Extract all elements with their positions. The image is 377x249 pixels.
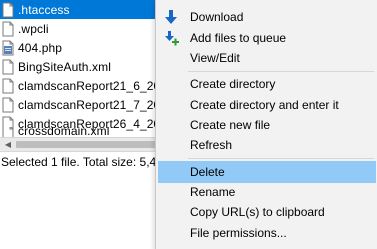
menu-item-label: Delete	[190, 165, 225, 179]
menu-item-label: Copy URL(s) to clipboard	[190, 205, 325, 219]
menu-separator	[188, 158, 374, 159]
menu-item-label: Rename	[190, 185, 236, 199]
menu-item-rename[interactable]: Rename	[158, 181, 376, 203]
file-row-clamdscan-21-7[interactable]: clamdscanReport21_7_2016.lo	[0, 95, 170, 114]
menu-item-label: File permissions...	[190, 226, 287, 240]
menu-item-label: Create directory and enter it	[190, 98, 339, 112]
menu-item-view-edit[interactable]: View/Edit	[158, 47, 376, 69]
scrollbar-thumb[interactable]	[16, 141, 166, 148]
menu-item-create-new-file[interactable]: Create new file	[158, 114, 376, 136]
menu-item-file-permissions[interactable]: File permissions...	[158, 222, 376, 244]
menu-item-download[interactable]: Download	[158, 6, 376, 28]
generic-file-icon	[2, 59, 14, 74]
menu-item-refresh[interactable]: Refresh	[158, 134, 376, 156]
menu-item-label: Create directory	[190, 77, 276, 91]
menu-item-label: Create new file	[190, 118, 271, 132]
menu-item-add-to-queue[interactable]: Add files to queue	[158, 27, 376, 49]
horizontal-scrollbar[interactable]: ◀	[0, 137, 170, 151]
file-row-404-php[interactable]: 404.php	[0, 38, 170, 57]
file-row-htaccess[interactable]: .htaccess	[0, 0, 170, 19]
menu-item-create-directory[interactable]: Create directory	[158, 73, 376, 95]
generic-file-icon	[2, 21, 14, 36]
status-text: Selected 1 file. Total size: 5,400 by	[1, 154, 170, 169]
file-row-bingsiteauth[interactable]: BingSiteAuth.xml	[0, 57, 170, 76]
file-name: BingSiteAuth.xml	[18, 59, 111, 74]
menu-separator	[188, 71, 374, 72]
scroll-left-arrow-icon[interactable]: ◀	[1, 138, 15, 151]
menu-item-label: Download	[190, 10, 244, 24]
file-name: clamdscanReport21_6_2016.lo	[18, 78, 170, 93]
menu-item-label: Add files to queue	[190, 31, 287, 45]
generic-file-icon	[2, 78, 14, 93]
menu-item-label: View/Edit	[190, 51, 240, 65]
add-to-queue-icon	[165, 31, 179, 46]
file-name: .wpcli	[18, 21, 49, 36]
file-name: 404.php	[18, 40, 63, 55]
download-arrow-icon	[165, 10, 177, 24]
context-menu: Download Add files to queue View/Edit Cr…	[155, 0, 377, 249]
php-file-icon	[2, 40, 14, 55]
menu-item-copy-urls[interactable]: Copy URL(s) to clipboard	[158, 201, 376, 223]
file-name: .htaccess	[18, 2, 70, 17]
generic-file-icon	[2, 97, 14, 112]
status-bar: Selected 1 file. Total size: 5,400 by	[0, 151, 170, 171]
file-name: clamdscanReport21_7_2016.lo	[18, 97, 170, 112]
menu-item-delete[interactable]: Delete	[158, 161, 376, 183]
generic-file-icon	[2, 2, 14, 17]
file-row-wpcli[interactable]: .wpcli	[0, 19, 170, 38]
menu-item-label: Refresh	[190, 138, 233, 152]
menu-item-create-directory-enter[interactable]: Create directory and enter it	[158, 94, 376, 116]
file-row-clamdscan-21-6[interactable]: clamdscanReport21_6_2016.lo	[0, 76, 170, 95]
file-name: crossdomain.xml	[18, 127, 110, 138]
